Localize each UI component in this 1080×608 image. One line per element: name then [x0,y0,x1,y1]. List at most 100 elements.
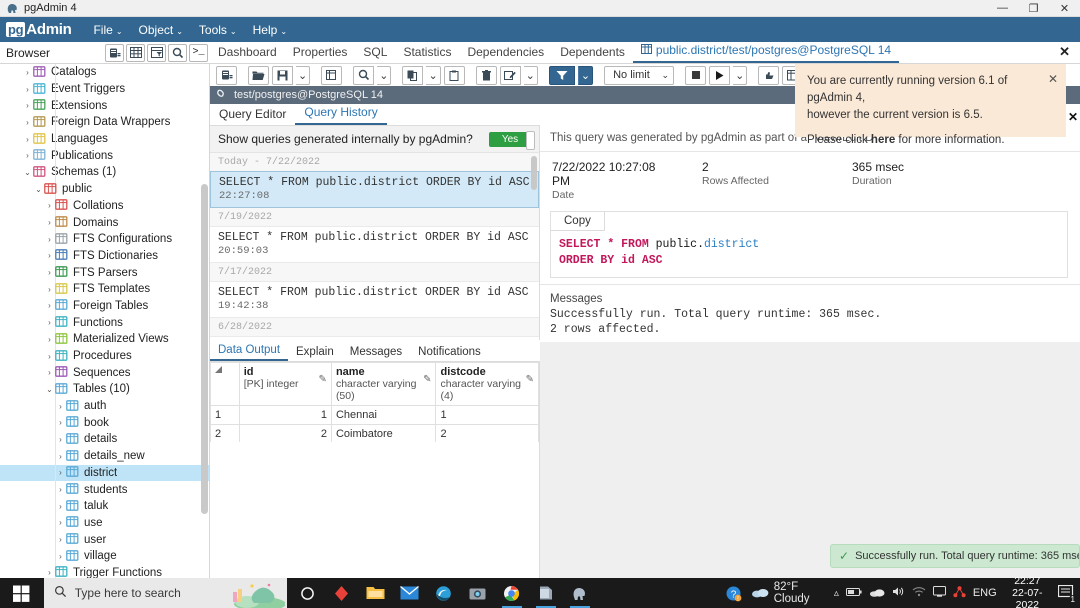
tab-dependents[interactable]: Dependents [552,43,633,63]
copy-icon[interactable] [402,65,424,85]
minimize-button[interactable]: — [987,0,1018,17]
chevron-right-icon[interactable]: › [44,201,55,210]
tab-properties[interactable]: Properties [285,43,356,63]
execute-caret-icon[interactable]: ⌄ [733,65,748,85]
tree-node-fts-templates[interactable]: › FTS Templates [0,281,209,298]
tab-notifications[interactable]: Notifications [410,345,489,361]
cell-name[interactable]: Coimbatore [330,424,437,444]
cell-name[interactable]: Chennai [330,405,437,425]
chevron-right-icon[interactable]: › [55,435,66,444]
mail-icon[interactable] [393,578,427,608]
chevron-right-icon[interactable]: › [44,218,55,227]
tab-dependencies[interactable]: Dependencies [459,43,552,63]
tree-node-languages[interactable]: › Languages [0,131,209,148]
row-number[interactable]: 1 [210,405,240,425]
open-file-icon[interactable] [248,65,269,85]
save-file-icon[interactable] [272,65,293,85]
find-options-caret-icon[interactable]: ⌄ [377,65,392,85]
tree-scrollbar[interactable] [201,184,208,514]
show-internal-queries-toggle[interactable]: Yes [489,130,535,150]
tree-node-domains[interactable]: › Domains [0,214,209,231]
volume-icon[interactable] [892,586,905,600]
tree-node-procedures[interactable]: › Procedures [0,348,209,365]
add-server-icon[interactable] [105,43,124,62]
tree-node-event-triggers[interactable]: › Event Triggers [0,81,209,98]
cell-id[interactable]: 1 [238,405,332,425]
chevron-right-icon[interactable]: › [55,535,66,544]
filter-icon[interactable] [548,65,575,85]
tab-query-editor[interactable]: Query Editor [210,105,295,125]
cell-distcode[interactable]: 1 [435,405,539,425]
chevron-down-icon[interactable]: ⌄ [44,385,55,394]
menu-help[interactable]: Help ⌄ [245,20,295,40]
table-row[interactable]: 2 2 Coimbatore 2 [210,424,539,444]
chevron-down-icon[interactable]: ⌄ [22,168,33,177]
tree-node-tables-10[interactable]: ⌄ Tables (10) [0,381,209,398]
chevron-right-icon[interactable]: › [22,85,33,94]
onedrive-cloud-icon[interactable] [869,587,885,600]
pgadmin-app-icon[interactable] [563,578,597,608]
menu-file[interactable]: File ⌄ [85,20,130,40]
maximize-button[interactable]: ❐ [1018,0,1049,17]
chevron-right-icon[interactable]: › [44,368,55,377]
history-entry[interactable]: SELECT * FROM public.district ORDER BY i… [210,171,539,208]
cell-distcode[interactable]: 2 [435,424,539,444]
tab-explain[interactable]: Explain [288,345,342,361]
tree-node-public[interactable]: ⌄ public [0,181,209,198]
show-hidden-icons-chevron[interactable]: ▵ [834,588,839,599]
chevron-right-icon[interactable]: › [55,418,66,427]
tree-node-details-new[interactable]: › details_new [0,448,209,465]
save-options-caret-icon[interactable]: ⌄ [296,65,311,85]
menu-object[interactable]: Object ⌄ [131,20,191,40]
edit-caret-icon[interactable]: ⌄ [523,65,538,85]
display-icon[interactable] [932,586,946,600]
chevron-down-icon[interactable]: ⌄ [33,185,44,194]
chevron-right-icon[interactable]: › [55,518,66,527]
browser-tree[interactable]: › Catalogs › Event Triggers › Extensions › Fore… [0,64,210,578]
column-header-id[interactable]: id [PK] integer ✎ [238,362,332,406]
tree-node-students[interactable]: › students [0,481,209,498]
filter-caret-icon[interactable]: ⌄ [577,65,594,85]
tree-node-book[interactable]: › book [0,414,209,431]
stop-icon[interactable] [685,65,707,85]
table-row[interactable]: 1 1 Chennai 1 [210,405,539,425]
notification-close-icon[interactable]: ✕ [1048,71,1058,88]
edit-icon[interactable] [499,65,521,85]
tree-node-user[interactable]: › user [0,531,209,548]
tree-node-fts-parsers[interactable]: › FTS Parsers [0,264,209,281]
data-output-grid[interactable]: id [PK] integer ✎ name character varying… [210,362,540,463]
tab-dashboard[interactable]: Dashboard [210,43,285,63]
filter-table-icon[interactable] [147,43,166,62]
tree-node-foreign-tables[interactable]: › Foreign Tables [0,298,209,315]
tree-node-village[interactable]: › village [0,548,209,565]
search-icon[interactable] [168,43,187,62]
file-explorer-icon[interactable] [359,578,393,608]
close-tab-button[interactable]: ✕ [1059,44,1080,63]
chevron-right-icon[interactable]: › [44,568,55,577]
row-number[interactable]: 2 [210,424,240,444]
windows-start-icon[interactable] [0,578,44,608]
open-connection-icon[interactable] [216,65,237,85]
explain-icon[interactable] [758,65,780,85]
tree-node-publications[interactable]: › Publications [0,147,209,164]
tree-node-details[interactable]: › details [0,431,209,448]
chrome-browser-icon[interactable] [495,578,529,608]
grid-view-icon[interactable] [126,43,145,62]
history-entry[interactable]: SELECT * FROM public.students ORDER BY s… [210,336,539,340]
chevron-right-icon[interactable]: › [44,251,55,260]
chevron-right-icon[interactable]: › [55,485,66,494]
security-icon[interactable] [953,585,966,601]
panel-close-icon[interactable]: ✕ [1068,109,1078,126]
chevron-right-icon[interactable]: › [55,452,66,461]
tree-node-auth[interactable]: › auth [0,398,209,415]
tree-node-foreign-data-wrappers[interactable]: › Foreign Data Wrappers [0,114,209,131]
tab-data-output[interactable]: Data Output [210,343,289,361]
chevron-right-icon[interactable]: › [22,135,33,144]
search-input[interactable]: Type here to search [43,578,287,608]
column-header-name[interactable]: name character varying (50) ✎ [330,362,437,406]
chevron-right-icon[interactable]: › [44,235,55,244]
notification-center-icon[interactable]: 1 [1057,584,1077,604]
chevron-right-icon[interactable]: › [55,468,66,477]
chevron-right-icon[interactable]: › [44,318,55,327]
chevron-right-icon[interactable]: › [44,285,55,294]
